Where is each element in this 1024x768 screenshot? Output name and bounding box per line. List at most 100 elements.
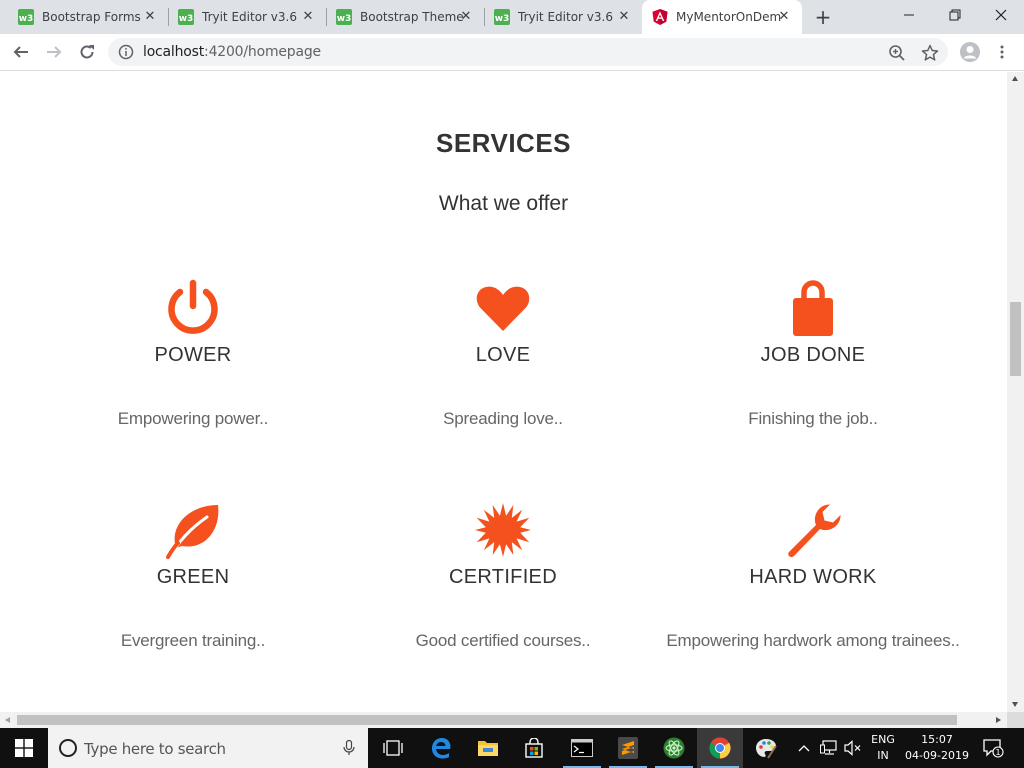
service-card-love: LOVE Spreading love.. [353, 278, 653, 433]
menu-button[interactable] [988, 38, 1016, 66]
tab-close-icon[interactable]: ✕ [776, 9, 792, 25]
restore-button[interactable] [932, 0, 978, 30]
language-code: ENG [871, 733, 895, 746]
section-title: SERVICES [435, 128, 571, 158]
scrollbar-corner [1007, 712, 1024, 728]
service-name: POWER [154, 344, 232, 366]
taskbar-paint[interactable] [743, 728, 789, 768]
service-card-green: GREEN Evergreen training.. [43, 500, 343, 655]
minimize-icon [904, 14, 914, 16]
tab-mymentorondemand[interactable]: MyMentorOnDem ✕ [642, 0, 802, 34]
clock-button[interactable]: 15:07 04-09-2019 [902, 728, 972, 768]
services-section: SERVICES What we offer POWER Empowering … [0, 72, 1007, 712]
w3schools-icon: w3 [18, 9, 34, 25]
service-description: Good certified courses.. [415, 631, 591, 650]
microphone-icon[interactable] [342, 740, 356, 756]
notification-count: 1 [995, 748, 1000, 757]
section-subtitle: What we offer [438, 192, 569, 215]
tab-tryit-editor-2[interactable]: w3 Tryit Editor v3.6 ✕ [484, 0, 642, 34]
profile-button[interactable] [956, 38, 984, 66]
star-icon[interactable] [921, 44, 939, 62]
language-indicator: ENG IN [871, 732, 895, 764]
taskbar: Type here to search ENG IN 15:07 04-09-2… [0, 728, 1024, 768]
atom-icon [663, 737, 685, 759]
taskbar-file-explorer[interactable] [465, 728, 511, 768]
tab-strip: w3 Bootstrap Forms ✕ w3 Tryit Editor v3.… [0, 0, 1024, 34]
service-description: Empowering hardwork among trainees.. [666, 631, 960, 650]
service-card-job-done: JOB DONE Finishing the job.. [663, 278, 963, 433]
show-hidden-icons-button[interactable] [795, 728, 813, 768]
volume-muted-icon [844, 740, 861, 756]
network-icon [820, 740, 837, 755]
wrench-icon [788, 504, 841, 558]
info-icon[interactable] [118, 44, 134, 60]
tab-bootstrap-forms[interactable]: w3 Bootstrap Forms ✕ [8, 0, 168, 34]
lock-icon [793, 280, 833, 336]
close-window-button[interactable] [978, 0, 1024, 30]
heart-icon [476, 286, 530, 331]
url-path: :4200/homepage [204, 44, 321, 60]
taskbar-store[interactable] [511, 728, 557, 768]
minimize-button[interactable] [886, 0, 932, 30]
service-description: Evergreen training.. [120, 631, 266, 650]
service-card-certified: CERTIFIED Good certified courses.. [353, 500, 653, 655]
leaf-icon [166, 505, 219, 560]
angular-icon [652, 9, 668, 25]
network-button[interactable] [818, 728, 840, 768]
scroll-left-arrow-icon[interactable] [5, 717, 10, 723]
scroll-up-arrow-icon[interactable] [1012, 76, 1018, 81]
horizontal-scrollbar[interactable] [0, 712, 1007, 728]
new-tab-button[interactable]: + [811, 5, 835, 29]
start-button[interactable] [0, 728, 48, 768]
arrow-left-icon [13, 46, 28, 58]
clock: 15:07 04-09-2019 [905, 732, 969, 764]
folder-icon [478, 741, 498, 756]
taskbar-command-prompt[interactable] [559, 728, 605, 768]
taskbar-nodejs-app[interactable] [651, 728, 697, 768]
zoom-icon[interactable] [888, 44, 906, 62]
tab-title: Tryit Editor v3.6 [518, 10, 613, 24]
address-bar[interactable]: localhost:4200/homepage [108, 38, 948, 66]
service-description: Spreading love.. [443, 409, 563, 428]
taskbar-search-box[interactable]: Type here to search [48, 728, 368, 768]
action-center-button[interactable]: 1 [978, 728, 1008, 768]
tab-tryit-editor-1[interactable]: w3 Tryit Editor v3.6 ✕ [168, 0, 326, 34]
service-name: GREEN [156, 566, 230, 588]
tab-title: Bootstrap Theme [360, 10, 464, 24]
taskbar-chrome[interactable] [697, 728, 743, 768]
sublime-text-icon [618, 737, 638, 759]
volume-button[interactable] [842, 728, 864, 768]
vertical-scrollbar[interactable] [1007, 72, 1024, 712]
input-language-button[interactable]: ENG IN [866, 728, 900, 768]
clock-time: 15:07 [921, 733, 953, 746]
service-name: CERTIFIED [449, 566, 557, 588]
w3schools-icon: w3 [494, 9, 510, 25]
vertical-scroll-thumb[interactable] [1010, 302, 1021, 376]
cortana-icon [59, 739, 77, 757]
tab-close-icon[interactable]: ✕ [616, 9, 632, 25]
scroll-down-arrow-icon[interactable] [1012, 702, 1018, 707]
service-name: HARD WORK [749, 566, 877, 588]
certificate-icon [475, 503, 531, 557]
clock-date: 04-09-2019 [905, 749, 969, 762]
browser-toolbar: localhost:4200/homepage [0, 34, 1024, 71]
tab-close-icon[interactable]: ✕ [300, 9, 316, 25]
tab-bootstrap-theme[interactable]: w3 Bootstrap Theme ✕ [326, 0, 484, 34]
reload-icon [80, 45, 94, 59]
region-code: IN [877, 749, 889, 762]
taskbar-sublime-text[interactable] [605, 728, 651, 768]
scroll-right-arrow-icon[interactable] [996, 717, 1001, 723]
task-view-button[interactable] [370, 728, 416, 768]
back-button[interactable] [7, 38, 35, 66]
tab-close-icon[interactable]: ✕ [142, 9, 158, 25]
url-text: localhost:4200/homepage [143, 44, 321, 60]
forward-button[interactable] [40, 38, 68, 66]
taskbar-edge[interactable] [418, 728, 464, 768]
tab-close-icon[interactable]: ✕ [458, 9, 474, 25]
w3schools-icon: w3 [178, 9, 194, 25]
reload-button[interactable] [73, 38, 101, 66]
task-view-icon [383, 740, 403, 756]
service-description: Empowering power.. [117, 409, 269, 428]
horizontal-scroll-thumb[interactable] [17, 715, 957, 725]
service-card-power: POWER Empowering power.. [43, 278, 343, 433]
